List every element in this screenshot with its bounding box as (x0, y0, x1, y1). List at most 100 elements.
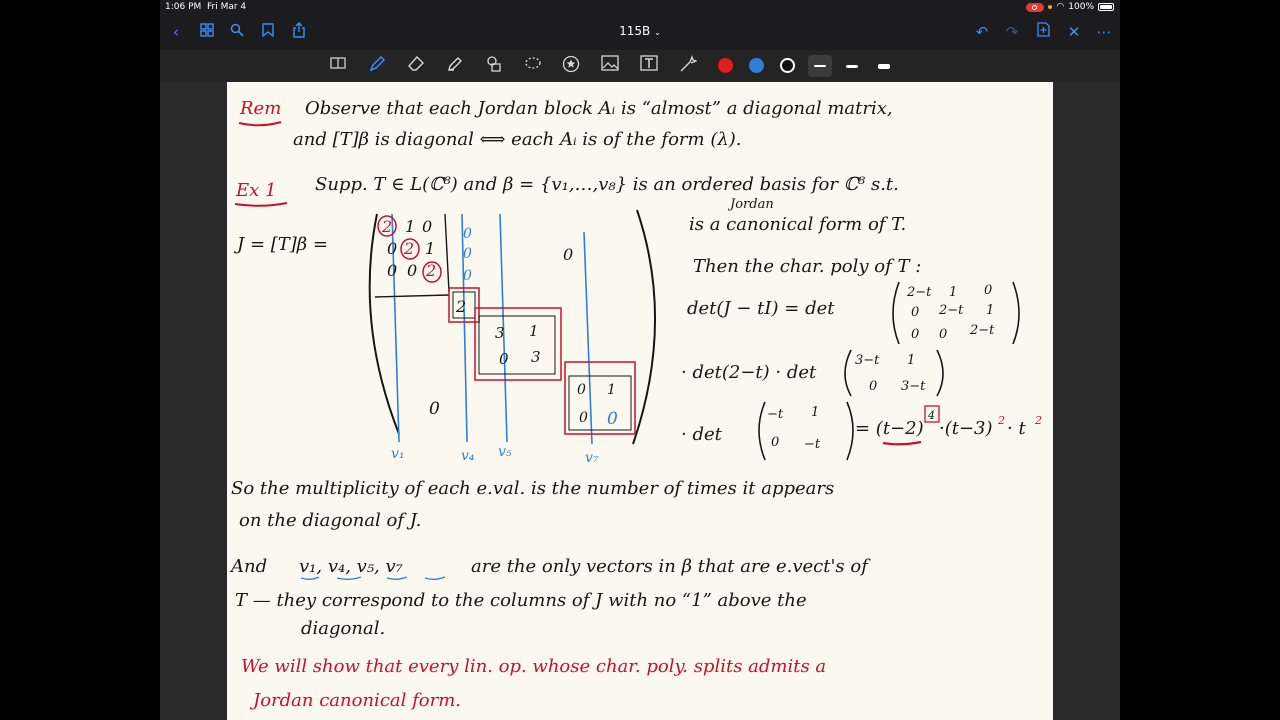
svg-text:1: 1 (949, 285, 957, 300)
svg-text:0: 0 (771, 435, 779, 450)
document-title-text[interactable]: 115B (619, 24, 650, 38)
svg-text:1: 1 (607, 382, 616, 398)
battery-percent: 100% (1068, 2, 1094, 12)
closing-line-2: Jordan canonical form. (249, 690, 461, 711)
eigenvector-labels: v₁ v₄ v₅ v₇ (391, 444, 599, 466)
pen-tool-icon[interactable] (366, 55, 388, 77)
svg-text:0: 0 (407, 261, 417, 280)
det-matrix-2: 3−t 1 0 3−t (855, 353, 926, 394)
nav-bar: ‹ 115B ⌄ ↶ ↷ ✕ ⋯ (160, 14, 1120, 50)
lasso-tool-icon[interactable] (522, 55, 544, 77)
svg-text:1: 1 (907, 353, 915, 368)
remark-section: Rem Observe that each Jordan block Aᵢ is… (238, 98, 893, 150)
para-2-line-1b: are the only vectors in β that are e.vec… (471, 556, 871, 577)
svg-text:0: 0 (463, 268, 472, 284)
jordan-insert: Jordan (727, 197, 774, 212)
drawing-toolbar (160, 50, 1120, 82)
det-matrix-1: 2−t 1 0 0 2−t 1 0 0 2−t (906, 283, 995, 342)
laser-pointer-icon[interactable] (677, 54, 699, 77)
color-swatch-red[interactable] (718, 58, 733, 73)
red-underline (882, 440, 922, 446)
elements-star-icon[interactable] (560, 55, 582, 77)
char-poly-result-2: ·(t−3) (939, 418, 993, 439)
svg-text:3: 3 (495, 324, 505, 342)
svg-text:0: 0 (869, 379, 877, 394)
svg-text:3−t: 3−t (901, 379, 926, 394)
thumbnails-grid-icon[interactable] (197, 22, 217, 42)
color-swatch-blue[interactable] (749, 58, 764, 73)
chevron-down-icon[interactable]: ⌄ (654, 28, 661, 37)
svg-text:2−t: 2−t (906, 285, 932, 300)
rem-line-2: and [T]β is diagonal ⟺ each Aᵢ is of the… (293, 129, 742, 150)
svg-text:2−t: 2−t (969, 323, 995, 338)
mic-indicator-icon (1048, 5, 1053, 9)
svg-text:0: 0 (911, 327, 919, 342)
undo-icon[interactable]: ↶ (972, 22, 992, 42)
share-icon[interactable] (289, 22, 309, 42)
search-icon[interactable] (227, 22, 247, 42)
text-tool-icon[interactable] (638, 55, 660, 77)
svg-text:v₇: v₇ (585, 450, 599, 466)
svg-text:0: 0 (579, 410, 588, 426)
svg-text:1: 1 (425, 239, 435, 258)
close-icon[interactable]: ✕ (1064, 22, 1084, 42)
stroke-medium-button[interactable] (840, 55, 864, 77)
ex-label: Ex 1 (235, 180, 276, 201)
handwriting-canvas[interactable]: Rem Observe that each Jordan block Aᵢ is… (227, 82, 1053, 720)
bookmark-icon[interactable] (258, 22, 278, 42)
ex-line-1: Supp. T ∈ L(ℂ⁸) and β = {v₁,…,v₈} is an … (315, 174, 899, 195)
battery-icon (1098, 3, 1114, 11)
svg-text:1: 1 (405, 217, 415, 236)
redo-icon[interactable]: ↷ (1002, 22, 1022, 42)
matrix-right-bracket (632, 209, 656, 445)
svg-text:−t: −t (804, 437, 821, 452)
ex-line-3: Then the char. poly of T : (693, 256, 921, 277)
wifi-icon: ◠ (1056, 2, 1065, 12)
char-poly-exp-4: 4 (927, 409, 935, 422)
svg-text:0: 0 (387, 239, 397, 258)
eraser-tool-icon[interactable] (405, 55, 427, 77)
example-section: Ex 1 Supp. T ∈ L(ℂ⁸) and β = {v₁,…,v₈} i… (233, 174, 921, 277)
svg-text:0: 0 (607, 409, 618, 429)
matrix-zero-top: 0 (563, 245, 573, 264)
det-row-2-lhs: · det(2−t) · det (681, 362, 817, 383)
note-page[interactable]: Rem Observe that each Jordan block Aᵢ is… (227, 82, 1053, 720)
ex-underline (234, 202, 288, 207)
determinant-computation: det(J − tI) = det 2−t 1 0 0 2−t 1 0 0 2−… (681, 281, 1042, 461)
rem-label: Rem (239, 98, 281, 119)
svg-text:0: 0 (387, 261, 397, 280)
para-2-line-2: T — they correspond to the columns of J … (235, 590, 807, 611)
svg-text:1: 1 (986, 303, 994, 318)
svg-text:0: 0 (463, 246, 472, 262)
status-date: Fri Mar 4 (207, 2, 247, 12)
more-icon[interactable]: ⋯ (1094, 22, 1114, 42)
eigenvector-column-lines (391, 213, 593, 445)
det-matrix-3: −t 1 0 −t (767, 405, 821, 452)
jordan-block-1: 2 1 0 0 2 1 0 0 2 0 0 0 (377, 215, 472, 284)
stroke-thick-button[interactable] (872, 55, 896, 77)
det-row-3-lhs: · det (681, 424, 723, 445)
para-2-line-3: diagonal. (301, 618, 385, 639)
svg-text:0: 0 (577, 382, 586, 398)
read-mode-icon[interactable] (327, 55, 349, 77)
shapes-tool-icon[interactable] (483, 55, 505, 77)
jordan-block-3: 3 1 0 3 (474, 307, 562, 381)
closing-line-1: We will show that every lin. op. whose c… (241, 656, 826, 677)
para-1-line-2: on the diagonal of J. (239, 510, 421, 531)
status-time: 1:06 PM (165, 2, 202, 12)
svg-text:3: 3 (531, 348, 541, 366)
highlighter-tool-icon[interactable] (444, 55, 466, 77)
para-2-line-1a: And (229, 556, 267, 577)
image-tool-icon[interactable] (599, 55, 621, 77)
svg-text:2: 2 (381, 217, 392, 236)
svg-text:0: 0 (984, 283, 992, 298)
stroke-thin-button[interactable] (808, 55, 832, 77)
det-row-1-lhs: det(J − tI) = det (687, 298, 835, 319)
svg-text:v₄: v₄ (461, 448, 475, 464)
back-chevron-icon[interactable]: ‹ (166, 22, 186, 42)
char-poly-result-3: · t (1007, 418, 1026, 439)
j-definition: J = [T]β = (233, 234, 328, 255)
color-swatch-black[interactable] (780, 58, 795, 73)
add-page-icon[interactable] (1033, 22, 1053, 42)
char-poly-exp-2b: 2 (1034, 414, 1042, 427)
